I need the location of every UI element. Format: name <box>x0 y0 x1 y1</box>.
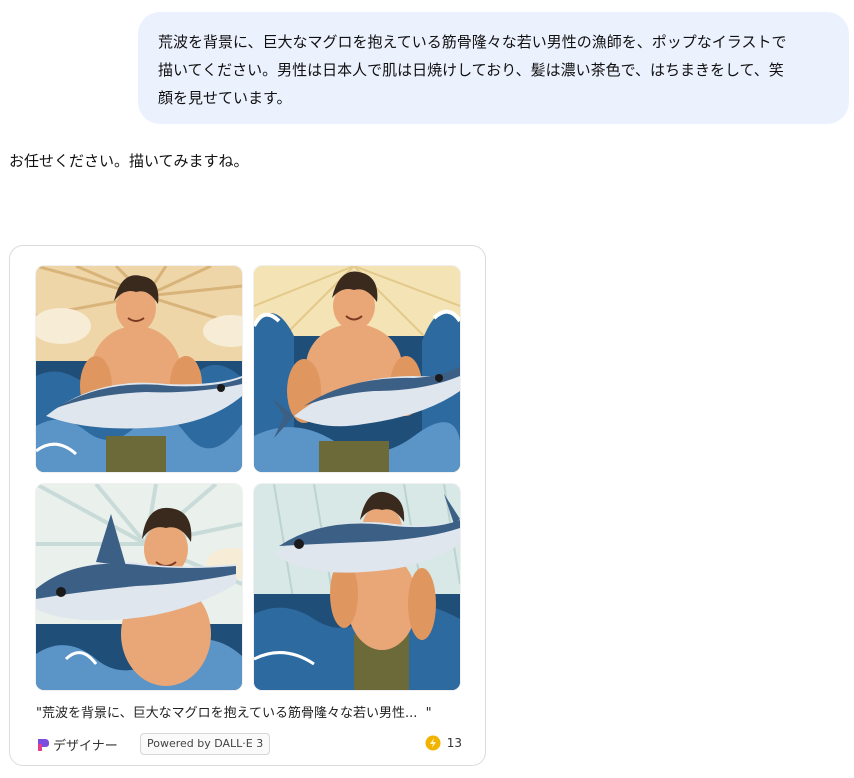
image-prompt-caption[interactable]: "荒波を背景に、巨大なマグロを抱えている筋骨隆々な若い男性... " <box>36 704 466 724</box>
boost-bolt-icon <box>425 735 441 751</box>
user-message-bubble: 荒波を背景に、巨大なマグロを抱えている筋骨隆々な若い男性の漁師を、ポップなイラス… <box>138 12 849 124</box>
fisherman-tuna-image-2-icon <box>254 266 460 472</box>
boost-count: 13 <box>446 736 462 750</box>
generated-image-card: "荒波を背景に、巨大なマグロを抱えている筋骨隆々な若い男性... " デザイナー… <box>9 245 486 766</box>
designer-label: デザイナー <box>53 739 118 754</box>
designer-logo-icon <box>38 738 49 751</box>
chat-page: 荒波を背景に、巨大なマグロを抱えている筋骨隆々な若い男性の漁師を、ポップなイラス… <box>0 0 854 778</box>
fisherman-tuna-image-3-icon <box>36 484 242 690</box>
user-message-line-3: 顔を見せています。 <box>158 89 292 107</box>
boost-counter[interactable]: 13 <box>425 735 462 751</box>
generated-image-2[interactable] <box>254 266 460 472</box>
powered-by-badge: Powered by DALL·E 3 <box>140 733 271 755</box>
generated-image-4[interactable] <box>254 484 460 690</box>
designer-link[interactable]: デザイナー <box>36 735 118 754</box>
image-card-footer: デザイナー Powered by DALL·E 3 13 <box>36 733 466 757</box>
fisherman-tuna-image-1-icon <box>36 266 242 472</box>
generated-image-1[interactable] <box>36 266 242 472</box>
user-message-line-1: 荒波を背景に、巨大なマグロを抱えている筋骨隆々な若い男性の漁師を、ポップなイラス… <box>158 33 787 51</box>
user-message-line-2: 描いてください。男性は日本人で肌は日焼けしており、髪は濃い茶色で、はちまきをして… <box>158 61 784 79</box>
assistant-message: お任せください。描いてみますね。 <box>9 152 249 170</box>
fisherman-tuna-image-4-icon <box>254 484 460 690</box>
generated-image-3[interactable] <box>36 484 242 690</box>
